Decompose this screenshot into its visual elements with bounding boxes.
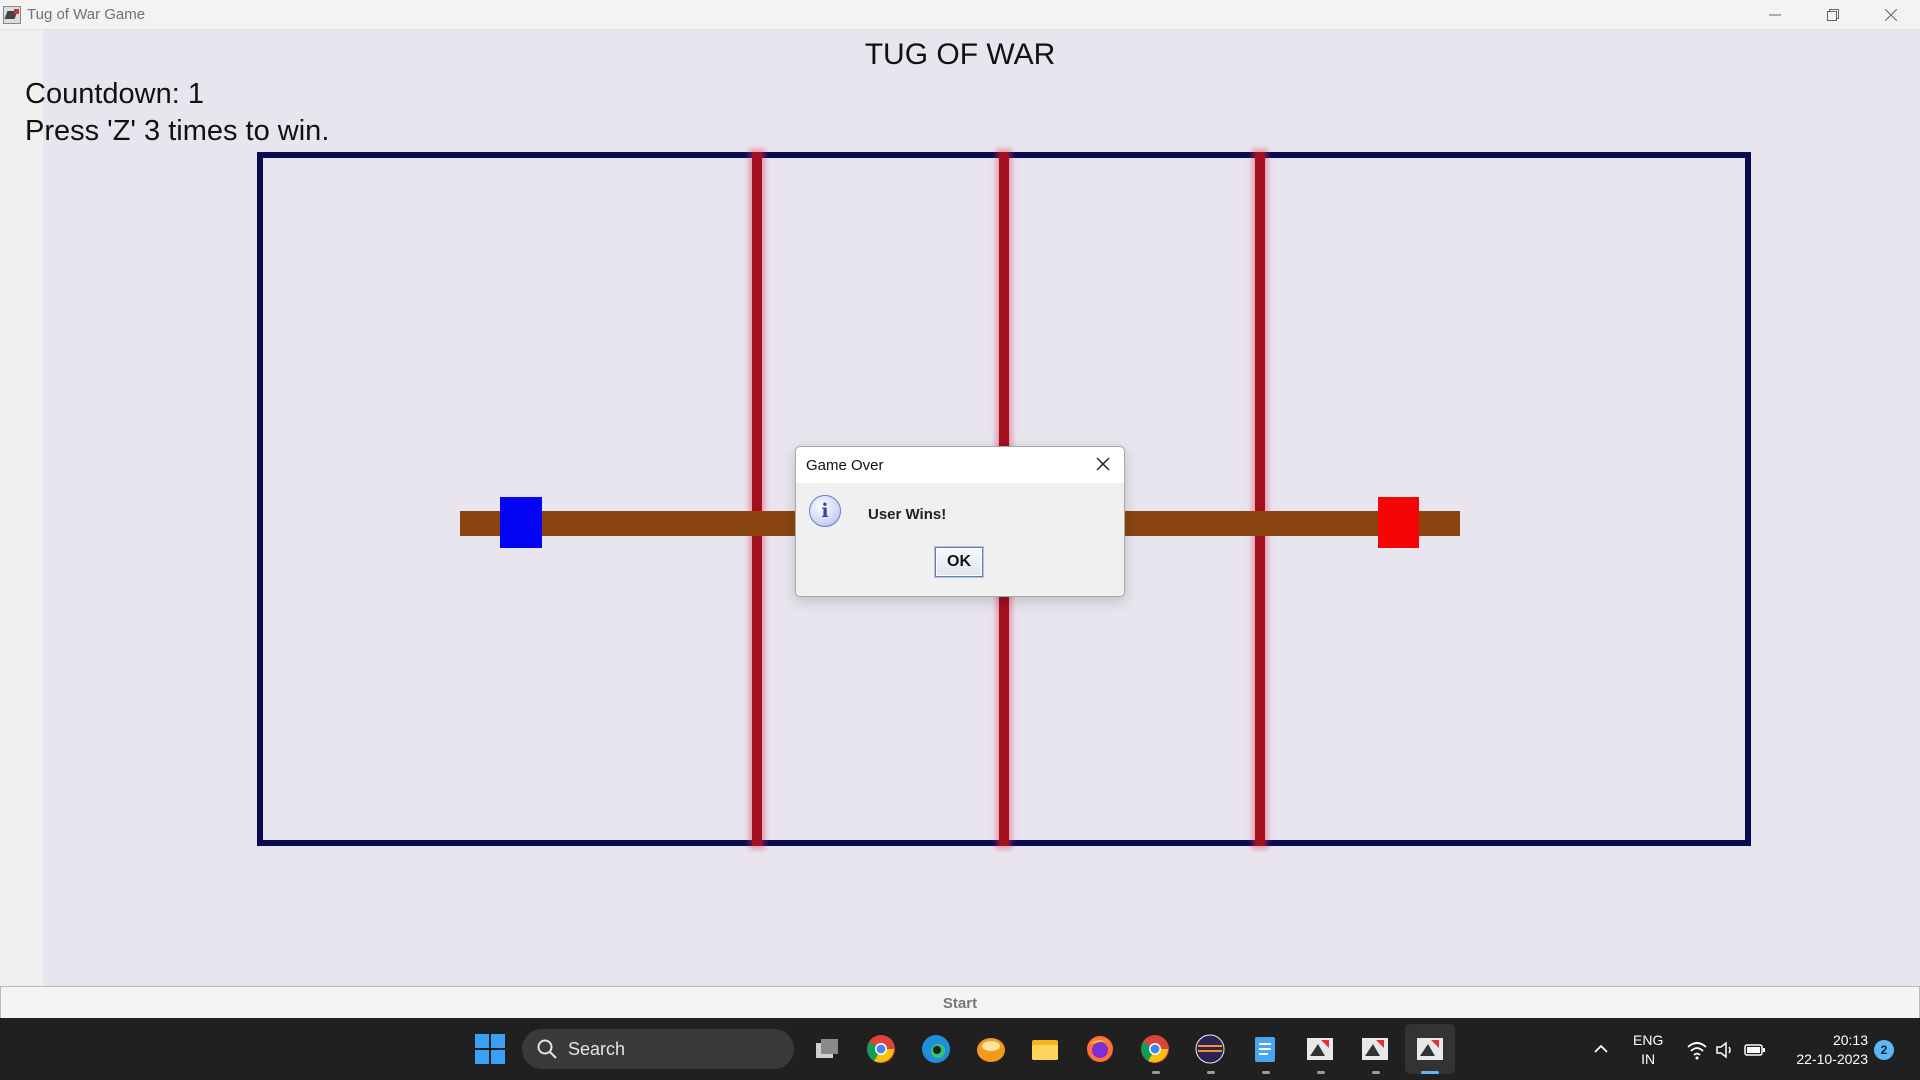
lang-top: ENG xyxy=(1633,1032,1664,1048)
status-panel: Countdown: 1 Press 'Z' 3 times to win. xyxy=(25,76,329,150)
info-icon: i xyxy=(809,495,841,527)
dialog-titlebar: Game Over xyxy=(796,447,1124,483)
java-app-icon[interactable] xyxy=(1305,1034,1335,1064)
window-controls xyxy=(1746,0,1920,29)
left-win-line xyxy=(752,152,762,846)
dialog-message: User Wins! xyxy=(868,506,947,523)
eclipse-icon[interactable] xyxy=(1195,1034,1225,1064)
taskbar xyxy=(0,1018,1920,1080)
right-win-line xyxy=(1255,152,1265,846)
search-icon xyxy=(537,1039,557,1059)
firefox-icon[interactable] xyxy=(1085,1034,1115,1064)
window-titlebar: Tug of War Game xyxy=(0,0,1920,30)
task-view-icon[interactable] xyxy=(812,1034,842,1064)
running-indicator xyxy=(1317,1071,1325,1074)
running-indicator xyxy=(1152,1071,1160,1074)
notification-badge[interactable]: 2 xyxy=(1874,1040,1894,1060)
running-indicator xyxy=(1372,1071,1380,1074)
ok-button[interactable]: OK xyxy=(935,547,983,577)
countdown-text: Countdown: 1 xyxy=(25,78,204,110)
instruction-text: Press 'Z' 3 times to win. xyxy=(25,115,330,147)
dialog-close-button[interactable] xyxy=(1092,453,1114,475)
file-explorer-icon[interactable] xyxy=(1030,1034,1060,1064)
dialog-title: Game Over xyxy=(806,457,884,474)
app-orange-icon[interactable] xyxy=(976,1034,1006,1064)
minimize-button[interactable] xyxy=(1746,0,1804,29)
canvas-left-margin xyxy=(0,30,43,987)
player-red xyxy=(1378,497,1419,548)
running-indicator-active xyxy=(1421,1071,1439,1074)
edge-icon[interactable] xyxy=(921,1034,951,1064)
game-over-dialog: Game Over i User Wins! OK xyxy=(795,446,1125,597)
running-indicator xyxy=(1262,1071,1270,1074)
java-app-icon[interactable] xyxy=(1415,1034,1445,1064)
window-title: Tug of War Game xyxy=(27,6,146,23)
minimize-icon xyxy=(1769,14,1781,15)
windows-start-icon[interactable] xyxy=(475,1034,505,1064)
restore-icon xyxy=(1827,8,1839,21)
battery-icon[interactable] xyxy=(1744,1040,1766,1060)
restore-button[interactable] xyxy=(1804,0,1862,29)
player-blue xyxy=(500,497,542,548)
game-title: TUG OF WAR xyxy=(864,38,1056,71)
notepad-icon[interactable] xyxy=(1250,1034,1280,1064)
wifi-icon[interactable] xyxy=(1686,1040,1708,1060)
java-app-icon[interactable] xyxy=(1360,1034,1390,1064)
clock-date: 22-10-2023 xyxy=(1796,1051,1868,1067)
close-icon xyxy=(1096,457,1110,471)
close-icon xyxy=(1885,8,1897,21)
taskbar-search[interactable]: Search xyxy=(522,1029,794,1069)
close-button[interactable] xyxy=(1862,0,1920,29)
lang-bottom: IN xyxy=(1641,1051,1656,1067)
clock-time: 20:13 xyxy=(1832,1032,1868,1048)
volume-icon[interactable] xyxy=(1715,1040,1735,1060)
running-indicator xyxy=(1207,1071,1215,1074)
language-indicator[interactable]: ENG IN xyxy=(1633,1031,1663,1069)
search-label: Search xyxy=(568,1038,626,1059)
chrome-profile-icon[interactable] xyxy=(1140,1034,1170,1064)
chrome-icon[interactable] xyxy=(866,1034,896,1064)
chevron-up-icon[interactable] xyxy=(1592,1040,1610,1058)
app-icon xyxy=(3,5,21,24)
start-button[interactable]: Start xyxy=(0,986,1920,1020)
clock[interactable]: 20:13 22-10-2023 xyxy=(1778,1031,1868,1069)
